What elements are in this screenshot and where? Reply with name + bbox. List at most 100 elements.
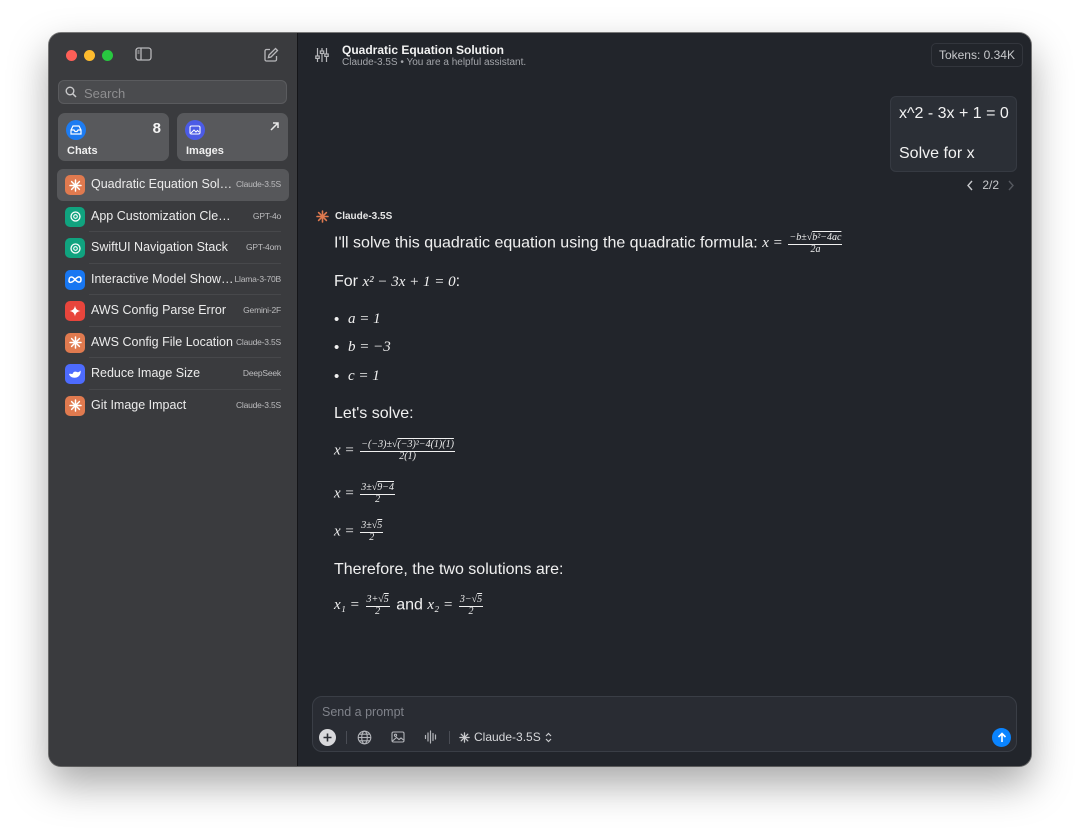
model-selector[interactable]: Claude-3.5S	[459, 730, 552, 744]
globe-icon[interactable]	[357, 730, 372, 745]
chat-title: Interactive Model Showc...	[91, 271, 235, 286]
chat-model-badge: Claude-3.5S	[235, 336, 281, 347]
math-step: x = −(−3)±√(−3)²−4(1)(1) 2(1)	[334, 439, 455, 462]
colon: :	[455, 273, 461, 290]
chat-list-item[interactable]: SwiftUI Navigation Stack GPT-4om	[57, 232, 289, 264]
message-paragraph: I'll solve this quadratic equation using…	[334, 232, 844, 255]
image-icon[interactable]	[391, 730, 405, 744]
coefficient-item: c = 1	[334, 368, 380, 385]
chat-title: Quadratic Equation Solut...	[91, 177, 235, 191]
chat-list-item[interactable]: AWS Config File Location Claude-3.5S	[57, 327, 289, 358]
claude-icon	[459, 731, 470, 743]
add-attachment-button[interactable]	[319, 729, 336, 746]
deepseek-icon	[65, 364, 85, 384]
close-window-button[interactable]	[66, 50, 77, 61]
chat-model-badge: GPT-4o	[252, 210, 281, 221]
math-step: x = 3±√5 2	[334, 520, 384, 543]
chat-list-item[interactable]: Quadratic Equation Solut... Claude-3.5S	[57, 169, 289, 201]
chat-list-item[interactable]: Interactive Model Showc... Llama-3-70B	[57, 264, 289, 295]
divider	[346, 731, 347, 744]
openai-icon	[65, 238, 85, 258]
chat-list-item[interactable]: Reduce Image Size DeepSeek	[57, 358, 289, 390]
arrow-up-right-icon	[270, 122, 279, 131]
chat-list-item[interactable]: Git Image Impact Claude-3.5S	[57, 390, 289, 422]
chevron-left-icon[interactable]	[966, 180, 974, 191]
chat-title: AWS Config Parse Error	[91, 303, 226, 317]
pager-label: 2/2	[982, 178, 999, 192]
chat-model-badge: GPT-4om	[246, 242, 281, 252]
response-pager: 2/2	[966, 178, 1015, 192]
assistant-header: Claude-3.5S	[316, 210, 392, 223]
conversation-subtitle: Claude-3.5S • You are a helpful assistan…	[342, 57, 527, 68]
arrow-up-icon	[997, 732, 1006, 742]
equation-math: x² − 3x + 1 = 0	[362, 274, 456, 290]
quadratic-formula: x = −b±√b²−4ac 2a	[762, 232, 843, 255]
chat-title: SwiftUI Navigation Stack	[91, 240, 228, 254]
chats-count: 8	[152, 120, 161, 137]
search-icon	[65, 86, 77, 98]
coefficient-item: b = −3	[334, 339, 391, 356]
chat-model-badge: Llama-3-70B	[234, 273, 282, 284]
send-button[interactable]	[992, 728, 1011, 747]
minimize-window-button[interactable]	[84, 50, 95, 61]
user-message: x^2 - 3x + 1 = 0 Solve for x	[890, 96, 1017, 172]
claude-icon	[65, 332, 85, 353]
divider	[449, 731, 450, 744]
and-text: and	[396, 596, 423, 614]
for-text: For	[334, 273, 358, 290]
sliders-icon[interactable]	[315, 47, 329, 63]
message-paragraph: For x² − 3x + 1 = 0:	[334, 273, 460, 291]
chat-title: Git Image Impact	[91, 397, 187, 412]
app-window: 8 Chats Images Quadratic Equation Solut.…	[49, 33, 1031, 766]
plus-icon	[323, 733, 332, 742]
chat-model-badge: Claude-3.5S	[235, 399, 281, 410]
images-card[interactable]: Images	[177, 113, 288, 161]
chats-card[interactable]: 8 Chats	[58, 113, 169, 161]
chevron-right-icon[interactable]	[1007, 180, 1015, 191]
solution-one: x₁ = 3+√5 2	[334, 594, 390, 617]
sidebar-toggle-icon[interactable]	[135, 47, 152, 61]
waveform-icon[interactable]	[424, 730, 438, 744]
chevron-updown-icon	[545, 732, 552, 742]
chat-title: AWS Config File Location	[91, 334, 233, 349]
prompt-input[interactable]	[320, 702, 924, 722]
chat-model-badge: Gemini-2F	[243, 305, 281, 315]
message-paragraph: Let's solve:	[334, 405, 414, 422]
chat-model-badge: Claude-3.5S	[235, 179, 281, 189]
chat-list-item[interactable]: AWS Config Parse Error Gemini-2F	[57, 295, 289, 327]
tray-icon	[66, 120, 86, 140]
intro-text: I'll solve this quadratic equation using…	[334, 234, 758, 252]
prompt-composer: Claude-3.5S	[312, 696, 1017, 752]
chat-title: Reduce Image Size	[91, 366, 201, 380]
search-field[interactable]	[58, 80, 287, 104]
model-selector-label: Claude-3.5S	[474, 730, 541, 744]
token-counter: Tokens: 0.34K	[930, 43, 1023, 67]
user-message-line: x^2 - 3x + 1 = 0	[899, 105, 1009, 122]
sidebar: 8 Chats Images Quadratic Equation Solut.…	[49, 33, 298, 766]
meta-icon	[65, 269, 85, 290]
coefficient-item: a = 1	[334, 311, 380, 328]
photo-icon	[185, 120, 205, 140]
main-panel: Quadratic Equation Solution Claude-3.5S …	[298, 33, 1031, 766]
claude-icon	[316, 210, 329, 223]
chat-model-badge: DeepSeek	[242, 368, 281, 378]
gemini-icon	[65, 301, 85, 321]
search-input[interactable]	[82, 83, 281, 103]
assistant-name: Claude-3.5S	[335, 211, 393, 222]
new-chat-icon[interactable]	[263, 47, 279, 63]
chats-label: Chats	[67, 145, 98, 157]
zoom-window-button[interactable]	[102, 50, 113, 61]
claude-icon	[65, 175, 85, 195]
images-label: Images	[186, 145, 224, 157]
math-step: x = 3±√9−4 2	[334, 482, 396, 505]
chat-title: App Customization Cleanup	[91, 208, 235, 223]
conversation-title: Quadratic Equation Solution	[342, 43, 504, 57]
openai-icon	[65, 206, 85, 227]
chat-list: Quadratic Equation Solut... Claude-3.5S …	[57, 169, 289, 421]
chat-list-item[interactable]: App Customization Cleanup GPT-4o	[57, 201, 289, 232]
claude-icon	[65, 395, 85, 416]
user-message-line: Solve for x	[899, 145, 975, 162]
solution-two: x₂ = 3−√5 2	[427, 594, 484, 617]
message-paragraph: Therefore, the two solutions are:	[334, 561, 564, 578]
solutions-line: x₁ = 3+√5 2 and x₂ = 3−√5 2	[334, 594, 485, 617]
